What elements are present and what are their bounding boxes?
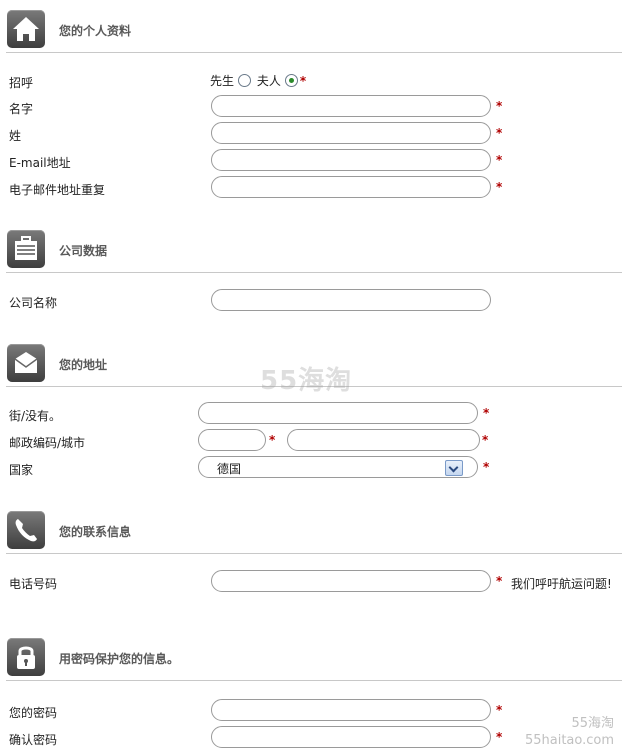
first-name-input[interactable] <box>211 95 491 117</box>
password-input[interactable] <box>211 699 491 721</box>
required-mark: * <box>483 460 490 474</box>
zip-input[interactable] <box>198 429 266 451</box>
watermark-center: 55海淘 <box>260 366 353 396</box>
required-mark: * <box>269 433 276 447</box>
required-mark: * <box>496 153 503 167</box>
required-mark: * <box>483 406 490 420</box>
email-repeat-label: 电子邮件地址重复 <box>9 183 106 197</box>
confirm-password-label: 确认密码 <box>9 733 58 747</box>
last-name-label: 姓 <box>9 129 22 143</box>
country-label: 国家 <box>9 463 34 477</box>
divider <box>6 52 622 53</box>
salutation-label: 招呼 <box>9 76 34 90</box>
briefcase-icon <box>7 230 45 268</box>
section-password-title: 用密码保护您的信息。 <box>59 652 180 666</box>
phone-icon <box>7 511 45 549</box>
watermark-corner-top: 55海淘 <box>571 716 614 731</box>
email-input[interactable] <box>211 149 491 171</box>
divider <box>6 680 622 681</box>
email-repeat-input[interactable] <box>211 176 491 198</box>
company-name-input[interactable] <box>211 289 491 311</box>
divider <box>6 272 622 273</box>
last-name-input[interactable] <box>211 122 491 144</box>
required-mark: * <box>496 99 503 113</box>
required-mark: * <box>496 180 503 194</box>
phone-label: 电话号码 <box>9 577 58 591</box>
phone-input[interactable] <box>211 570 491 592</box>
section-address-title: 您的地址 <box>59 358 108 372</box>
watermark-corner-bottom: 55haitao.com <box>524 733 614 748</box>
envelope-icon <box>7 344 45 382</box>
required-mark: * <box>299 74 307 88</box>
country-select[interactable]: 德国 <box>198 456 478 478</box>
mr-radio[interactable] <box>238 74 252 87</box>
required-mark: * <box>496 703 503 717</box>
section-password-header: 用密码保护您的信息。 <box>0 638 622 682</box>
mr-label: 先生 <box>210 74 235 88</box>
section-company-title: 公司数据 <box>59 244 108 258</box>
required-mark: * <box>496 574 503 588</box>
country-value: 德国 <box>217 462 242 476</box>
street-input[interactable] <box>198 402 478 424</box>
section-contact-title: 您的联系信息 <box>59 525 132 539</box>
phone-note: 我们呼吁航运问题! <box>511 577 612 591</box>
password-label: 您的密码 <box>9 706 58 720</box>
section-personal-title: 您的个人资料 <box>59 24 132 38</box>
section-contact-header: 您的联系信息 <box>0 511 622 555</box>
zip-city-label: 邮政编码/城市 <box>9 436 86 450</box>
chevron-down-icon[interactable] <box>445 460 463 476</box>
required-mark: * <box>482 433 489 447</box>
first-name-label: 名字 <box>9 102 34 116</box>
divider <box>6 553 622 554</box>
home-icon <box>7 10 45 48</box>
mrs-radio[interactable] <box>284 74 298 87</box>
section-company-header: 公司数据 <box>0 230 622 274</box>
required-mark: * <box>496 730 503 744</box>
company-name-label: 公司名称 <box>9 296 58 310</box>
section-personal-header: 您的个人资料 <box>0 10 622 54</box>
lock-icon <box>7 638 45 676</box>
email-label: E-mail地址 <box>9 156 71 170</box>
salutation-radio-group: 先生 夫人 * <box>210 72 306 89</box>
city-input[interactable] <box>287 429 480 451</box>
street-label: 街/没有。 <box>9 409 62 423</box>
mrs-label: 夫人 <box>256 74 281 88</box>
required-mark: * <box>496 126 503 140</box>
confirm-password-input[interactable] <box>211 726 491 748</box>
